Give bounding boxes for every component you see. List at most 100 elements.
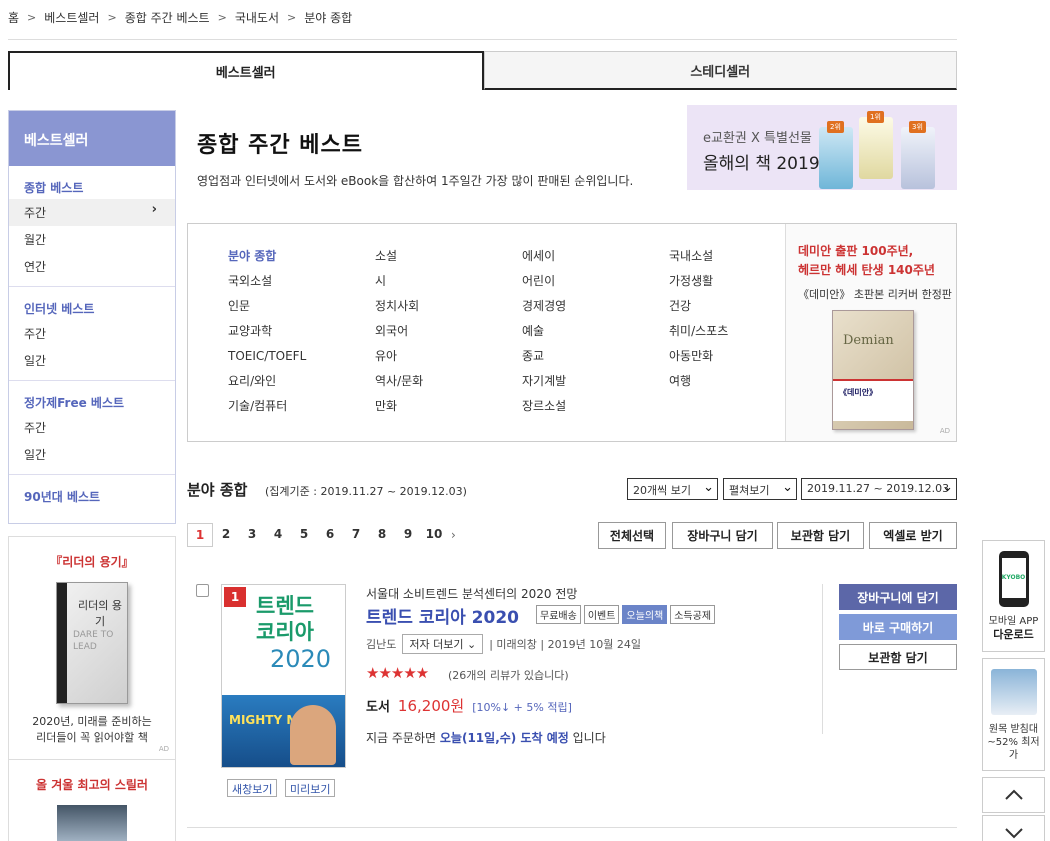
category-item[interactable]: 경제경영	[522, 296, 566, 321]
period-select[interactable]: 2019.11.27 ~ 2019.12.03 ⌄	[801, 478, 957, 500]
preview-button[interactable]: 미리보기	[285, 779, 336, 797]
category-item[interactable]: 기술/컴퓨터	[228, 396, 306, 421]
breadcrumb-category[interactable]: 분야 종합	[304, 9, 352, 26]
category-item[interactable]: 자기계발	[522, 371, 566, 396]
category-item[interactable]: 가정생활	[669, 271, 728, 296]
category-item[interactable]: 예술	[522, 321, 566, 346]
sidebar-group-title[interactable]: 인터넷 베스트	[9, 295, 175, 320]
save-to-locker-button[interactable]: 보관함 담기	[839, 644, 957, 670]
page-link[interactable]: 1	[187, 523, 213, 547]
author-more-button[interactable]: 저자 더보기 ⌄	[402, 634, 484, 654]
product-checkbox[interactable]	[196, 584, 209, 597]
new-window-button[interactable]: 새창보기	[227, 779, 278, 797]
category-item[interactable]: 어린이	[522, 271, 566, 296]
page-link[interactable]: 2	[213, 523, 239, 547]
tab-bestseller[interactable]: 베스트셀러	[8, 51, 484, 90]
category-item[interactable]: 역사/문화	[375, 371, 423, 396]
page-link[interactable]: 6	[317, 523, 343, 547]
breadcrumb-bestseller[interactable]: 베스트셀러	[44, 9, 99, 26]
page-link[interactable]: 4	[265, 523, 291, 547]
sidebar-group-title[interactable]: 정가제Free 베스트	[9, 389, 175, 414]
category-item[interactable]: 시	[375, 271, 423, 296]
meta-separator: |	[536, 637, 548, 651]
sidebar-item-weekly[interactable]: 주간 ›	[9, 199, 175, 226]
category-item[interactable]: 분야 종합	[228, 246, 306, 271]
category-item[interactable]: 장르소설	[522, 396, 566, 421]
category-ad-demian[interactable]: 데미안 출판 100주년, 헤르만 헤세 탄생 140주년 《데미안》 초판본 …	[785, 224, 956, 441]
sidebar-item-daily[interactable]: 일간	[9, 347, 175, 374]
category-item[interactable]: 국내소설	[669, 246, 728, 271]
category-item[interactable]: 유아	[375, 346, 423, 371]
category-item[interactable]: 인문	[228, 296, 306, 321]
ad-caption-line: 2020년, 미래를 준비하는	[32, 715, 152, 728]
page-link[interactable]: 3	[239, 523, 265, 547]
select-all-button[interactable]: 전체선택	[598, 522, 666, 549]
chevron-down-icon: ⌄	[466, 638, 477, 651]
sidebar-title: 베스트셀러	[9, 111, 175, 166]
add-cart-button[interactable]: 장바구니 담기	[672, 522, 773, 549]
delivery-date: 오늘(11일,수) 도착 예정	[439, 731, 569, 745]
chevron-right-icon[interactable]: ›	[451, 528, 456, 542]
book-image	[819, 127, 853, 189]
review-count[interactable]: (26개의 리뷰가 있습니다)	[448, 667, 569, 683]
page-description: 영업점과 인터넷에서 도서와 eBook을 합산하여 1주일간 가장 많이 판매…	[197, 174, 634, 188]
category-item[interactable]: 교양과학	[228, 321, 306, 346]
sidebar-item-monthly[interactable]: 월간	[9, 226, 175, 253]
book-image	[901, 127, 935, 189]
product-title[interactable]: 트렌드 코리아 2020	[366, 603, 519, 628]
sidebar-item-weekly[interactable]: 주간	[9, 320, 175, 347]
ad-caption: 2020년, 미래를 준비하는 리더들이 꼭 읽어야할 책	[9, 714, 175, 746]
tab-steadyseller[interactable]: 스테디셀러	[483, 51, 957, 90]
mobile-app-download[interactable]: KYOBO 모바일 APP 다운로드	[982, 540, 1045, 652]
page-link[interactable]: 8	[369, 523, 395, 547]
category-item[interactable]: 취미/스포츠	[669, 321, 728, 346]
sidebar-item-weekly[interactable]: 주간	[9, 414, 175, 441]
category-item[interactable]: 소설	[375, 246, 423, 271]
book-band: 《데미안》	[833, 379, 913, 421]
sidebar-group-title[interactable]: 종합 베스트	[9, 174, 175, 199]
sidebar-item-yearly[interactable]: 연간	[9, 253, 175, 280]
divider	[187, 827, 957, 828]
scroll-down-button[interactable]	[982, 815, 1045, 841]
product-author[interactable]: 김난도	[366, 636, 396, 652]
product-cover[interactable]: 1 트렌드 코리아 2020 MIGHTY MICE	[221, 584, 346, 768]
sidebar-ad-thriller[interactable]: 올 겨울 최고의 스릴러	[8, 760, 176, 841]
page-link[interactable]: 10	[421, 523, 447, 547]
product-publisher[interactable]: 미래의창	[496, 636, 536, 652]
category-item[interactable]: 요리/와인	[228, 371, 306, 396]
category-item[interactable]: 여행	[669, 371, 728, 396]
sidebar-group-title[interactable]: 90년대 베스트	[9, 483, 175, 508]
category-item[interactable]: TOEIC/TOEFL	[228, 346, 306, 371]
phone-icon: KYOBO	[998, 551, 1029, 607]
page-link[interactable]: 5	[291, 523, 317, 547]
sidebar-group-total: 종합 베스트 주간 › 월간 연간	[9, 166, 175, 287]
page-link[interactable]: 7	[343, 523, 369, 547]
breadcrumb: 홈 > 베스트셀러 > 종합 주간 베스트 > 국내도서 > 분야 종합	[8, 9, 352, 26]
buy-now-button[interactable]: 바로 구매하기	[839, 614, 957, 640]
category-item[interactable]: 아동만화	[669, 346, 728, 371]
view-select[interactable]: 펼쳐보기 ⌄	[723, 478, 797, 500]
breadcrumb-domestic[interactable]: 국내도서	[235, 9, 279, 26]
count-select[interactable]: 20개씩 보기 ⌄	[627, 478, 718, 500]
add-to-cart-button[interactable]: 장바구니에 담기	[839, 584, 957, 610]
sidebar-ad-leader[interactable]: 『리더의 용기』 리더의 용기 DARE TO LEAD 2020년, 미래를 …	[8, 536, 176, 760]
category-item[interactable]: 에세이	[522, 246, 566, 271]
price-label: 도서	[366, 700, 390, 715]
category-item[interactable]: 건강	[669, 296, 728, 321]
category-item[interactable]: 정치사회	[375, 296, 423, 321]
scroll-up-button[interactable]	[982, 777, 1045, 813]
float-ad-stand[interactable]: 원목 받침대 ~52% 최저가	[982, 658, 1045, 771]
category-item[interactable]: 국외소설	[228, 271, 306, 296]
excel-download-button[interactable]: 엑셀로 받기	[869, 522, 957, 549]
sidebar-item-daily[interactable]: 일간	[9, 441, 175, 468]
breadcrumb-home[interactable]: 홈	[8, 9, 19, 26]
category-item[interactable]: 종교	[522, 346, 566, 371]
page-link[interactable]: 9	[395, 523, 421, 547]
save-button[interactable]: 보관함 담기	[777, 522, 864, 549]
sidebar-group-90s: 90년대 베스트	[9, 475, 175, 514]
category-item[interactable]: 만화	[375, 396, 423, 421]
breadcrumb-weekly[interactable]: 종합 주간 베스트	[125, 9, 210, 26]
banner-ad[interactable]: e교환권 X 특별선물 올해의 책 2019 2위 1위 3위	[687, 105, 957, 190]
category-item[interactable]: 외국어	[375, 321, 423, 346]
sidebar-item-label: 주간	[24, 206, 47, 220]
